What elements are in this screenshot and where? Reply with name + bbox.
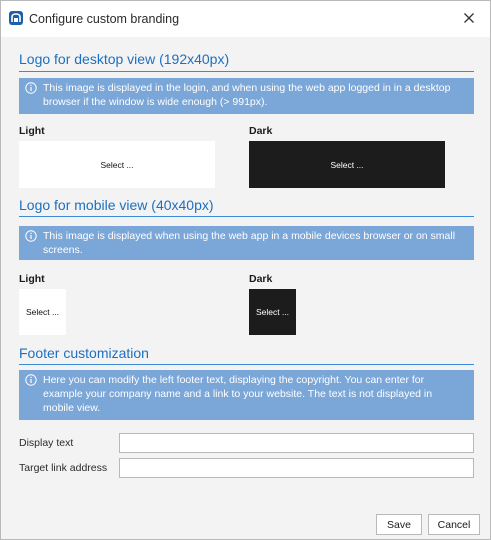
mobile-light-logo-select[interactable]: Select ... <box>19 289 66 335</box>
cancel-button[interactable]: Cancel <box>428 514 480 535</box>
desktop-light-logo-select[interactable]: Select ... <box>19 141 215 188</box>
desktop-info-text: This image is displayed in the login, an… <box>43 82 451 108</box>
section-divider <box>19 71 474 72</box>
section-divider <box>19 216 474 217</box>
target-link-label: Target link address <box>19 462 108 474</box>
select-label: Select ... <box>25 307 60 317</box>
dialog-title: Configure custom branding <box>29 12 180 26</box>
save-button[interactable]: Save <box>376 514 422 535</box>
close-icon <box>464 13 474 23</box>
select-label: Select ... <box>100 159 134 170</box>
desktop-info-box: This image is displayed in the login, an… <box>19 78 474 114</box>
title-bar: Configure custom branding <box>1 1 490 37</box>
mobile-logo-heading: Logo for mobile view (40x40px) <box>19 197 214 213</box>
footer-info-text: Here you can modify the left footer text… <box>43 374 433 414</box>
mobile-dark-logo-select[interactable]: Select ... <box>249 289 296 335</box>
footer-info-box: Here you can modify the left footer text… <box>19 370 474 420</box>
info-icon <box>25 374 37 386</box>
mobile-info-text: This image is displayed when using the w… <box>43 230 456 256</box>
desktop-logo-heading: Logo for desktop view (192x40px) <box>19 51 230 67</box>
select-label: Select ... <box>255 307 290 317</box>
display-text-label: Display text <box>19 437 74 449</box>
info-icon <box>25 82 37 94</box>
select-label: Select ... <box>330 159 364 170</box>
close-button[interactable] <box>456 5 482 31</box>
section-divider <box>19 364 474 365</box>
mobile-info-box: This image is displayed when using the w… <box>19 226 474 260</box>
footer-customization-heading: Footer customization <box>19 345 149 361</box>
desktop-dark-logo-select[interactable]: Select ... <box>249 141 445 188</box>
display-text-input[interactable] <box>119 433 474 453</box>
desktop-light-label: Light <box>19 125 45 137</box>
app-logo-icon <box>9 11 23 25</box>
desktop-dark-label: Dark <box>249 125 273 137</box>
mobile-light-label: Light <box>19 273 45 285</box>
mobile-dark-label: Dark <box>249 273 273 285</box>
target-link-input[interactable] <box>119 458 474 478</box>
info-icon <box>25 230 37 242</box>
branding-dialog: Configure custom branding Logo for deskt… <box>0 0 491 540</box>
